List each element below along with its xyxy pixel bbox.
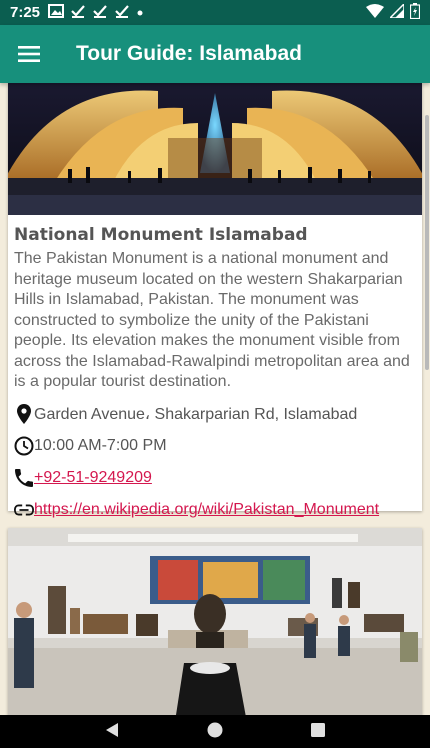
- location-pin-icon: [14, 403, 34, 425]
- recents-icon[interactable]: [310, 722, 326, 742]
- link-icon: [14, 499, 34, 521]
- image-icon: [48, 3, 65, 22]
- scrollbar[interactable]: [425, 115, 429, 370]
- status-bar: 7:25: [0, 0, 430, 25]
- phone-row[interactable]: +92-51-9249209: [14, 467, 416, 489]
- check-icon: [70, 4, 86, 22]
- check-icon: [114, 4, 130, 22]
- hours-row: 10:00 AM-7:00 PM: [14, 435, 416, 457]
- places-list[interactable]: National Monument Islamabad The Pakistan…: [0, 83, 430, 715]
- app-bar: Tour Guide: Islamabad: [0, 25, 430, 83]
- place-hours: 10:00 AM-7:00 PM: [34, 436, 167, 454]
- status-time: 7:25: [10, 4, 41, 21]
- place-card[interactable]: [8, 528, 422, 715]
- place-address: Garden Avenue، Shakarparian Rd, Islamaba…: [34, 405, 358, 423]
- place-photo: [8, 528, 422, 715]
- dot-icon: [136, 5, 144, 21]
- clock-icon: [14, 435, 34, 457]
- signal-icon: [388, 1, 405, 22]
- wifi-icon: [366, 3, 384, 22]
- battery-icon: [409, 2, 421, 23]
- phone-icon: [14, 467, 34, 489]
- address-row: Garden Avenue، Shakarparian Rd, Islamaba…: [14, 403, 416, 425]
- phone-link[interactable]: +92-51-9249209: [34, 469, 152, 487]
- place-name: National Monument Islamabad: [14, 225, 308, 245]
- website-link[interactable]: https://en.wikipedia.org/wiki/Pakistan_M…: [34, 501, 379, 519]
- place-photo: [8, 83, 422, 215]
- place-card[interactable]: National Monument Islamabad The Pakistan…: [8, 83, 422, 518]
- website-row[interactable]: https://en.wikipedia.org/wiki/Pakistan_M…: [14, 499, 416, 521]
- hamburger-menu-icon[interactable]: [0, 25, 58, 83]
- check-icon: [92, 4, 108, 22]
- back-icon[interactable]: [104, 722, 120, 742]
- navigation-bar: [0, 715, 430, 748]
- home-icon[interactable]: [207, 722, 223, 742]
- place-description: The Pakistan Monument is a national monu…: [14, 250, 410, 390]
- app-title: Tour Guide: Islamabad: [76, 42, 302, 65]
